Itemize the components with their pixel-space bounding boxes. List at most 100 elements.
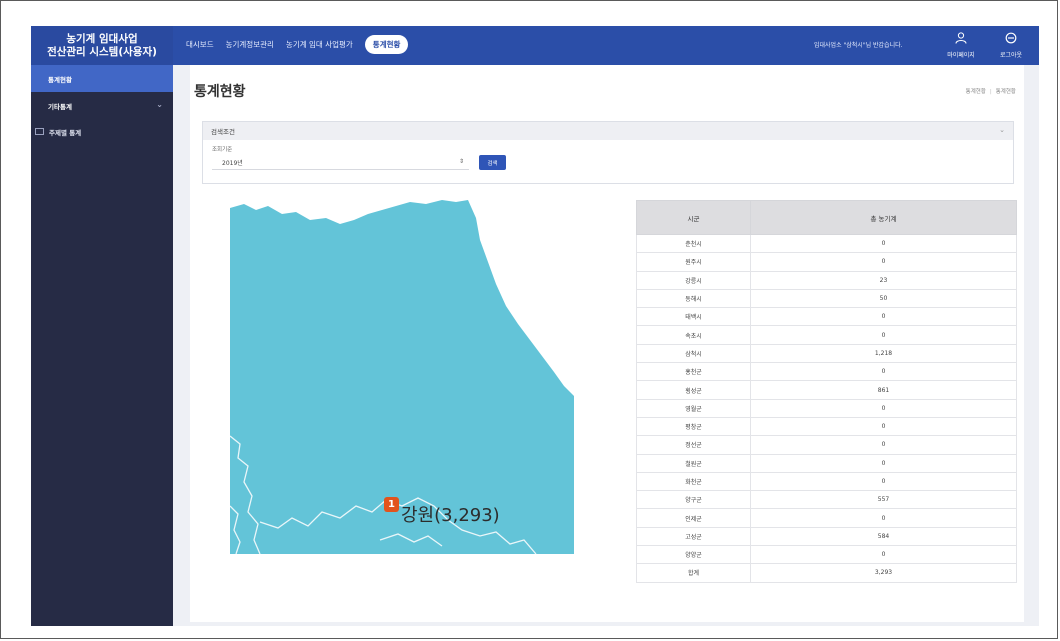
brand-line-2: 전산관리 시스템(사용자) xyxy=(47,45,157,58)
nav-rental-evaluation[interactable]: 농기계 임대 사업평가 xyxy=(286,35,353,54)
year-select[interactable]: 2019년 ⇕ xyxy=(212,156,469,170)
sidebar-item-label: 주제별 통계 xyxy=(49,128,82,137)
year-field-label: 조회기준 xyxy=(212,147,233,153)
table-row: 홍천군 0 xyxy=(636,362,1017,382)
logout-button[interactable]: 로그아웃 xyxy=(989,28,1033,63)
sidebar-item-label: 통계현황 xyxy=(48,75,72,84)
cell-district: 원주시 xyxy=(636,252,751,272)
table-row: 영월군 0 xyxy=(636,398,1017,418)
cell-district: 평창군 xyxy=(636,416,751,437)
table-header-row: 시군 총 농기계 xyxy=(636,200,1017,235)
search-panel-title: 검색조건 xyxy=(211,128,235,136)
table-row: 평창군 0 xyxy=(636,416,1017,437)
cell-district: 양양군 xyxy=(636,545,751,565)
cell-machine-count: 557 xyxy=(750,490,1017,510)
cell-district: 화천군 xyxy=(636,471,751,492)
sidebar-item-other-stats[interactable]: 기타통계 ⌄ xyxy=(31,92,173,119)
table-row: 화천군 0 xyxy=(636,471,1017,492)
nav-dashboard[interactable]: 대시보드 xyxy=(186,35,214,54)
main-content: 통계현황 통계현황|통계현황 검색조건 ⌄ 조회기준 2019년 ⇕ 검색 xyxy=(173,65,1039,626)
breadcrumb-item[interactable]: 통계현황 xyxy=(966,89,986,95)
cell-district: 고성군 xyxy=(636,526,751,547)
cell-machine-count: 0 xyxy=(750,416,1017,437)
table-row: 철원군 0 xyxy=(636,453,1017,473)
table-row: 정선군 0 xyxy=(636,435,1017,455)
nav-statistics[interactable]: 통계현황 xyxy=(364,35,409,54)
brand-line-1: 농기계 임대사업 xyxy=(66,32,138,45)
cell-machine-count: 0 xyxy=(750,453,1017,473)
sidebar-item-label: 기타통계 xyxy=(48,102,72,111)
table-row: 원주시 0 xyxy=(636,252,1017,272)
top-nav: 대시보드 농기계정보관리 농기계 임대 사업평가 통계현황 xyxy=(186,35,409,54)
mypage-label: 마이페이지 xyxy=(947,52,975,59)
welcome-message: 임대사업소 "삼척시"님 반갑습니다. xyxy=(814,42,903,49)
cell-machine-count: 0 xyxy=(750,252,1017,272)
table-row: 강릉시 23 xyxy=(636,270,1017,290)
search-panel: 검색조건 ⌄ 조회기준 2019년 ⇕ 검색 xyxy=(202,121,1014,184)
table-row: 인제군 0 xyxy=(636,508,1017,528)
table-body: 춘천시 0 원주시 0 강릉시 23 동해시 50 태백시 0 속초시 0 삼척시 1,218 홍천군 0 횡성… xyxy=(636,233,1017,583)
cell-district: 횡성군 xyxy=(636,380,751,400)
cell-machine-count: 0 xyxy=(750,398,1017,418)
region-label[interactable]: 1 강원(3,293) xyxy=(384,496,500,527)
select-arrows-icon: ⇕ xyxy=(458,158,464,165)
cell-district: 정선군 xyxy=(636,435,751,455)
cell-machine-count: 0 xyxy=(750,545,1017,565)
user-icon xyxy=(955,32,967,47)
page-title: 통계현황 xyxy=(194,84,246,100)
mypage-button[interactable]: 마이페이지 xyxy=(939,28,983,63)
nav-machine-info[interactable]: 농기계정보관리 xyxy=(226,35,274,54)
table-row: 속초시 0 xyxy=(636,325,1017,345)
brand-logo[interactable]: 농기계 임대사업 전산관리 시스템(사용자) xyxy=(31,26,173,65)
chevron-down-icon: ⌄ xyxy=(156,100,163,109)
cell-machine-count: 3,293 xyxy=(750,563,1017,583)
cell-machine-count: 0 xyxy=(750,362,1017,382)
cell-district: 강릉시 xyxy=(636,270,751,290)
cell-machine-count: 0 xyxy=(750,307,1017,327)
cell-district: 태백시 xyxy=(636,307,751,327)
cell-district: 양구군 xyxy=(636,490,751,510)
cell-machine-count: 861 xyxy=(750,380,1017,400)
column-header-total-machines: 총 농기계 xyxy=(750,200,1017,235)
cell-district: 홍천군 xyxy=(636,362,751,382)
cell-machine-count: 23 xyxy=(750,270,1017,290)
logout-icon xyxy=(1005,32,1017,47)
cell-district: 인제군 xyxy=(636,508,751,528)
cell-district: 춘천시 xyxy=(636,233,751,254)
logout-label: 로그아웃 xyxy=(999,52,1023,59)
search-panel-header[interactable]: 검색조건 ⌄ xyxy=(203,122,1013,140)
table-total-row: 합계 3,293 xyxy=(636,563,1017,583)
cell-machine-count: 0 xyxy=(750,233,1017,254)
table-row: 동해시 50 xyxy=(636,288,1017,309)
breadcrumb-separator: | xyxy=(989,89,992,95)
cell-machine-count: 50 xyxy=(750,288,1017,309)
cell-district: 영월군 xyxy=(636,398,751,418)
table-row: 양양군 0 xyxy=(636,545,1017,565)
app-window: 농기계 임대사업 전산관리 시스템(사용자) 대시보드 농기계정보관리 농기계 … xyxy=(31,26,1039,626)
cell-district: 동해시 xyxy=(636,288,751,309)
region-map[interactable]: 1 강원(3,293) xyxy=(229,200,574,555)
cell-district: 철원군 xyxy=(636,453,751,473)
cell-machine-count: 0 xyxy=(750,508,1017,528)
sidebar: 통계현황 기타통계 ⌄ 주제별 통계 xyxy=(31,65,173,626)
table-row: 고성군 584 xyxy=(636,526,1017,547)
content-card: 통계현황 통계현황|통계현황 검색조건 ⌄ 조회기준 2019년 ⇕ 검색 xyxy=(190,65,1024,622)
top-header: 농기계 임대사업 전산관리 시스템(사용자) 대시보드 농기계정보관리 농기계 … xyxy=(31,26,1039,65)
menu-square-icon xyxy=(35,128,44,135)
sidebar-item-topic-stats[interactable]: 주제별 통계 xyxy=(31,119,173,144)
cell-machine-count: 584 xyxy=(750,526,1017,547)
table-row: 춘천시 0 xyxy=(636,233,1017,254)
search-button[interactable]: 검색 xyxy=(479,155,506,170)
cell-machine-count: 1,218 xyxy=(750,343,1017,364)
year-select-value: 2019년 xyxy=(222,160,243,167)
cell-district: 삼척시 xyxy=(636,343,751,364)
cell-machine-count: 0 xyxy=(750,325,1017,345)
column-header-district: 시군 xyxy=(636,200,751,235)
sidebar-item-statistics[interactable]: 통계현황 xyxy=(31,65,173,92)
cell-machine-count: 0 xyxy=(750,435,1017,455)
statistics-table: 시군 총 농기계 춘천시 0 원주시 0 강릉시 23 동해시 50 태백시 0 속초시 0 삼척시 1,… xyxy=(636,200,1017,583)
chevron-down-icon: ⌄ xyxy=(999,126,1005,134)
cell-machine-count: 0 xyxy=(750,471,1017,492)
region-name: 강원(3,293) xyxy=(401,505,500,526)
table-row: 양구군 557 xyxy=(636,490,1017,510)
